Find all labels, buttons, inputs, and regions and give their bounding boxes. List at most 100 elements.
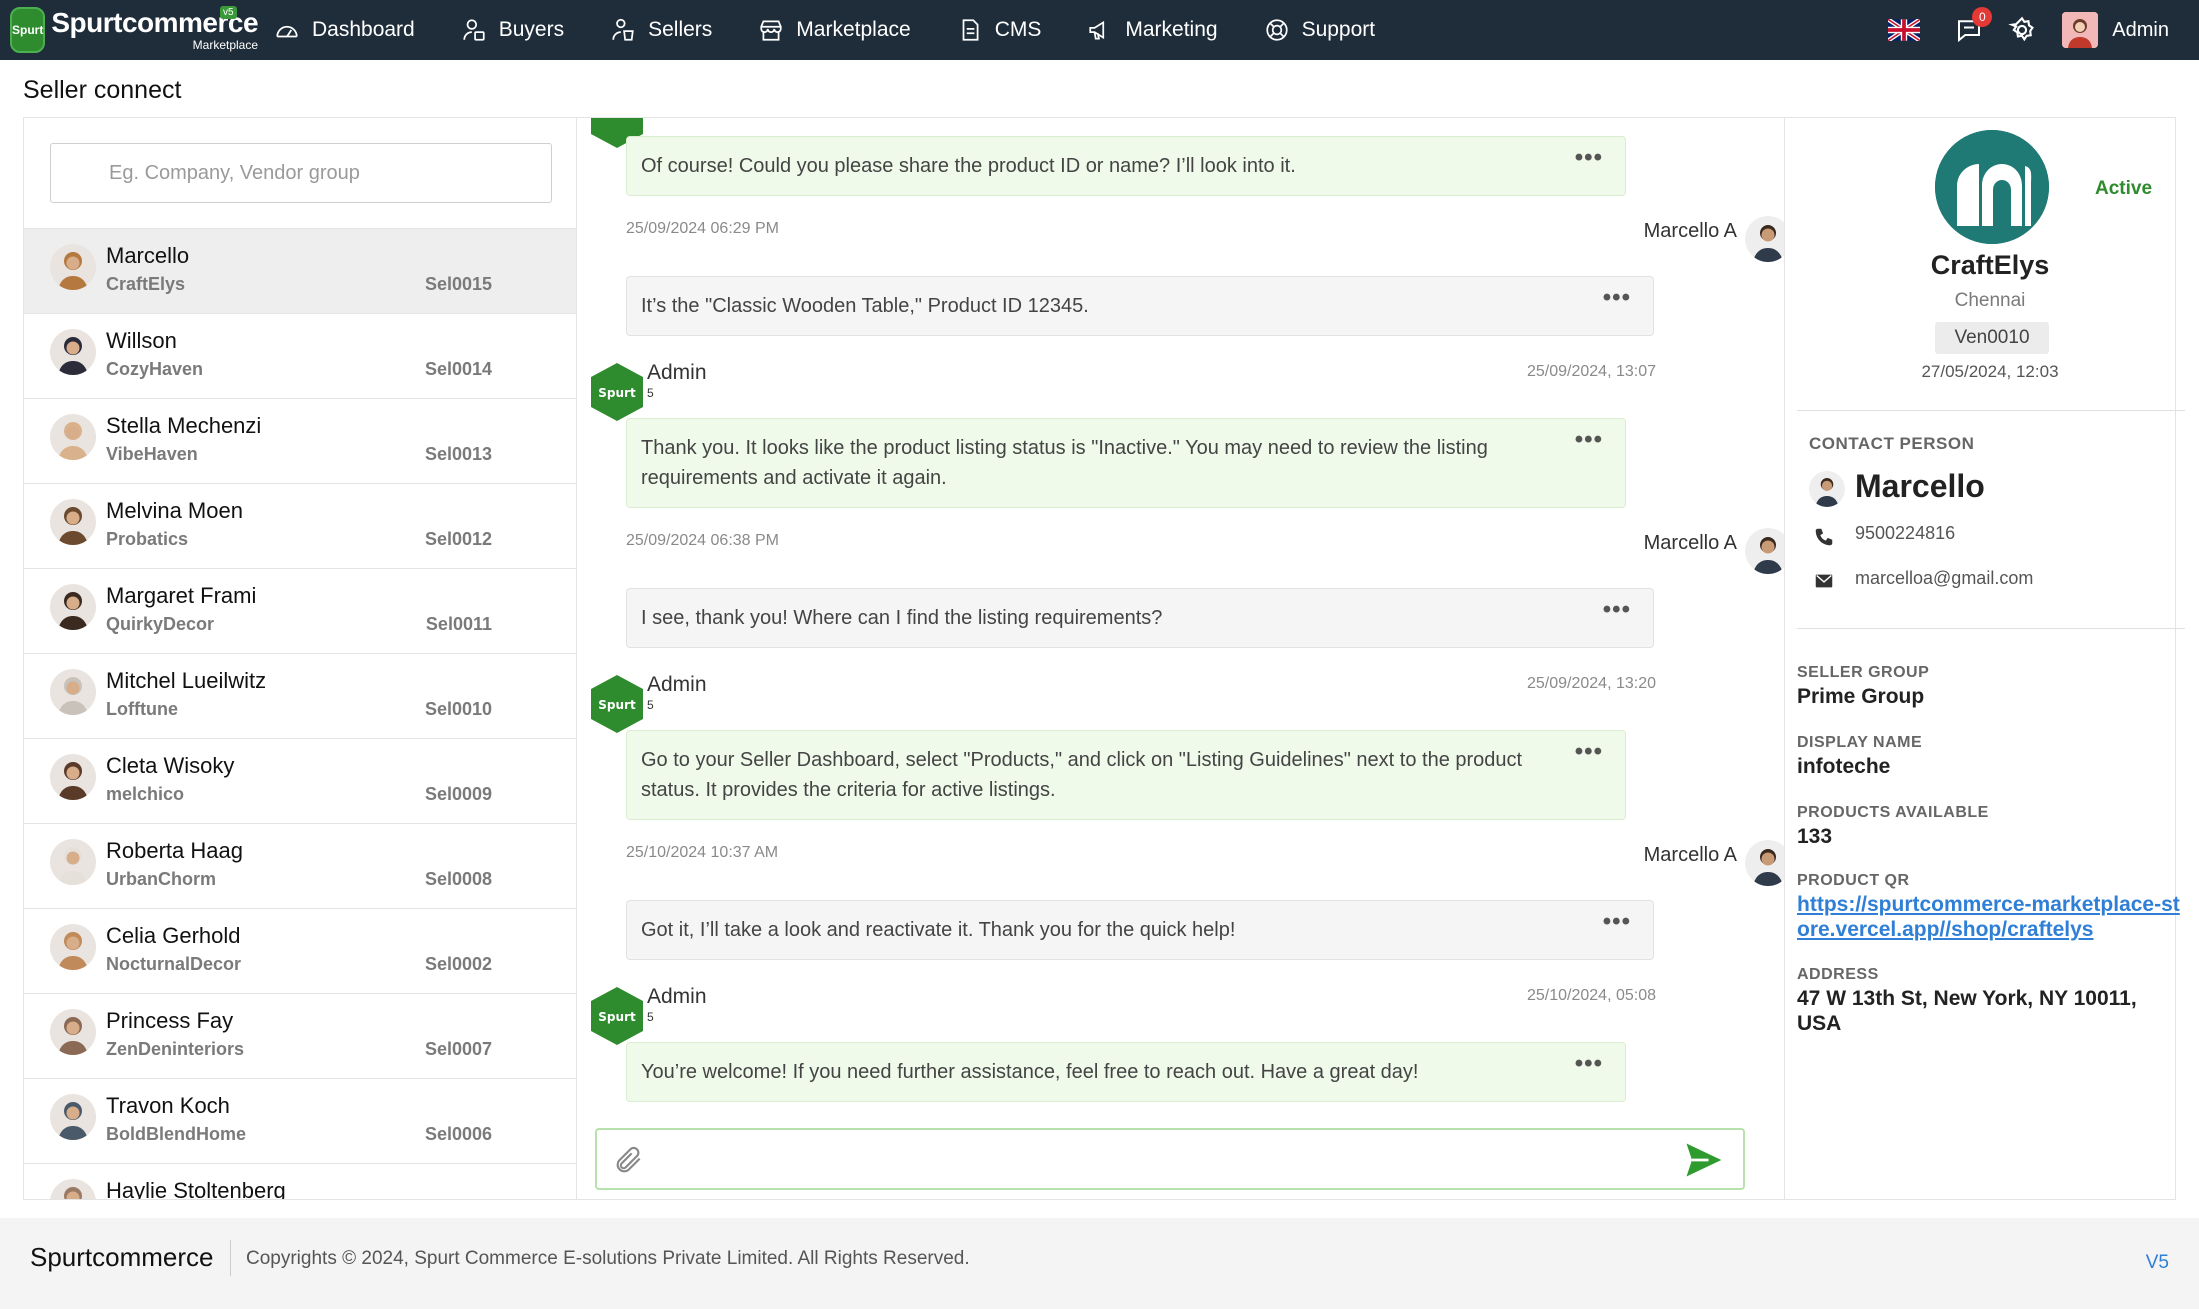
notification-count-badge: 0	[1972, 7, 1993, 27]
seller-avatar	[50, 329, 96, 375]
nav-marketplace[interactable]: Marketplace	[758, 17, 911, 43]
message-menu-button[interactable]: •••	[1575, 425, 1603, 455]
chat-message: I see, thank you! Where can I find the l…	[626, 588, 1654, 648]
buyers-icon	[463, 19, 485, 41]
svg-text:Spurt: Spurt	[598, 386, 636, 400]
message-menu-button[interactable]: •••	[1603, 283, 1631, 313]
send-icon[interactable]	[1681, 1138, 1725, 1182]
seller-avatar	[50, 584, 96, 630]
seller-list-item[interactable]: Haylie Stoltenberg	[24, 1163, 576, 1199]
admin-sender-sub: 5	[647, 1010, 654, 1024]
megaphone-icon	[1089, 20, 1105, 40]
uk-flag-icon[interactable]	[1888, 19, 1921, 41]
seller-avatar	[50, 669, 96, 715]
contact-avatar	[1809, 471, 1845, 507]
person-avatar-icon	[50, 414, 96, 460]
person-avatar-icon	[50, 329, 96, 375]
logo-version-badge: v5	[220, 6, 237, 19]
seller-company: QuirkyDecor	[106, 614, 215, 634]
admin-avatar[interactable]	[2062, 12, 2099, 48]
seller-list-item[interactable]: Marcello CraftElys Sel0015	[24, 228, 576, 313]
seller-company: melchico	[106, 784, 185, 804]
seller-list-item[interactable]: Margaret Frami QuirkyDecor Sel0011	[24, 568, 576, 653]
person-avatar-icon	[50, 1009, 96, 1055]
search-input[interactable]	[50, 143, 552, 203]
seller-id: Sel0010	[424, 699, 492, 719]
contact-email[interactable]: marcelloa@gmail.com	[1855, 568, 2033, 589]
seller-list-item[interactable]: Roberta Haag UrbanChorm Sel0008	[24, 823, 576, 908]
brand-logo[interactable]: Spurt Spurtcommerce Marketplace v5	[10, 4, 259, 56]
settings-button[interactable]	[2008, 16, 2036, 44]
nav-sellers[interactable]: Sellers	[610, 17, 712, 43]
nav-buyers[interactable]: Buyers	[461, 17, 564, 43]
seller-list-item[interactable]: Melvina Moen Probatics Sel0012	[24, 483, 576, 568]
seller-list-item[interactable]: Stella Mechenzi VibeHaven Sel0013	[24, 398, 576, 483]
seller-list-panel: Marcello CraftElys Sel0015 Willson CozyHaven…	[24, 118, 577, 1199]
message-menu-button[interactable]: •••	[1575, 143, 1603, 173]
message-timestamp: 25/09/2024 06:29 PM	[626, 220, 780, 237]
store-logo	[1935, 130, 2049, 244]
person-avatar-icon	[1745, 840, 1784, 886]
seller-id: Sel0011	[425, 614, 492, 634]
person-avatar-icon	[50, 669, 96, 715]
message-text: It’s the "Classic Wooden Table," Product…	[641, 295, 1089, 317]
status-badge: Active	[2095, 178, 2153, 199]
seller-details-panel: Active CraftElys Chennai Ven0010 27/05/2…	[1785, 118, 2185, 1199]
seller-list-item[interactable]: Mitchel Lueilwitz Lofftune Sel0010	[24, 653, 576, 738]
seller-name: Mitchel Lueilwitz	[106, 668, 267, 693]
seller-list-item[interactable]: Cleta Wisoky melchico Sel0009	[24, 738, 576, 823]
seller-company: UrbanChorm	[106, 869, 217, 889]
nav-buyers-label: Buyers	[498, 18, 565, 41]
seller-id: Sel0015	[424, 274, 492, 294]
nav-cms[interactable]: CMS	[957, 17, 1042, 43]
seller-id: Sel0013	[424, 444, 492, 464]
product-qr-link[interactable]: https://spurtcommerce-marketplace-store.…	[1797, 892, 2187, 942]
logo-mark-text: Spurt	[12, 23, 44, 37]
seller-avatar	[50, 1094, 96, 1140]
seller-list-item[interactable]: Travon Koch BoldBlendHome Sel0006	[24, 1078, 576, 1163]
nav-support[interactable]: Support	[1264, 17, 1375, 43]
nav-cms-label: CMS	[994, 18, 1042, 41]
message-timestamp: 25/09/2024 06:38 PM	[626, 532, 780, 549]
admin-name[interactable]: Admin	[2112, 19, 2169, 42]
message-menu-button[interactable]: •••	[1603, 595, 1631, 625]
person-avatar-icon	[50, 1179, 96, 1199]
seller-company: ZenDeninteriors	[106, 1039, 245, 1059]
cms-icon	[962, 19, 979, 41]
nav-marketing[interactable]: Marketing	[1087, 17, 1218, 43]
contact-phone: 9500224816	[1855, 523, 1956, 543]
svg-text:Spurt: Spurt	[598, 1010, 636, 1024]
chat-message: You’re welcome! If you need further assi…	[626, 1042, 1626, 1102]
message-text: I see, thank you! Where can I find the l…	[641, 607, 1163, 629]
paperclip-icon[interactable]	[613, 1144, 645, 1176]
logo-subtitle: Marketplace	[192, 38, 259, 52]
message-input[interactable]	[657, 1138, 1657, 1182]
person-avatar-icon	[50, 584, 96, 630]
dashboard-icon	[276, 25, 298, 38]
seller-name: Melvina Moen	[106, 498, 243, 523]
message-menu-button[interactable]: •••	[1603, 907, 1631, 937]
seller-list-item[interactable]: Celia Gerhold NocturnalDecor Sel0002	[24, 908, 576, 993]
seller-company: Probatics	[106, 529, 189, 549]
page-title: Seller connect	[23, 76, 182, 104]
footer: Spurtcommerce Copyrights © 2024, Spurt C…	[0, 1218, 2199, 1309]
seller-group-label: SELLER GROUP	[1797, 664, 1930, 681]
nav-dashboard-label: Dashboard	[312, 18, 415, 41]
user-avatar	[1745, 216, 1784, 262]
nav-dashboard[interactable]: Dashboard	[274, 17, 415, 43]
person-avatar-icon	[1745, 528, 1784, 574]
seller-list-item[interactable]: Willson CozyHaven Sel0014	[24, 313, 576, 398]
notifications-button[interactable]: 0	[1954, 7, 1993, 45]
footer-divider	[230, 1240, 231, 1276]
message-menu-button[interactable]: •••	[1575, 1049, 1603, 1079]
footer-version: V5	[2145, 1252, 2169, 1273]
seller-list-item[interactable]: Princess Fay ZenDeninteriors Sel0007	[24, 993, 576, 1078]
chat-message: Got it, I’ll take a look and reactivate …	[626, 900, 1654, 960]
seller-company: BoldBlendHome	[106, 1124, 247, 1144]
admin-sender-sub: 5	[647, 698, 654, 712]
message-menu-button[interactable]: •••	[1575, 737, 1603, 767]
admin-hex-avatar-icon: Spurt	[591, 675, 643, 733]
mail-icon	[1815, 574, 1833, 588]
message-text: Got it, I’ll take a look and reactivate …	[641, 919, 1236, 941]
seller-avatar	[50, 1179, 96, 1199]
